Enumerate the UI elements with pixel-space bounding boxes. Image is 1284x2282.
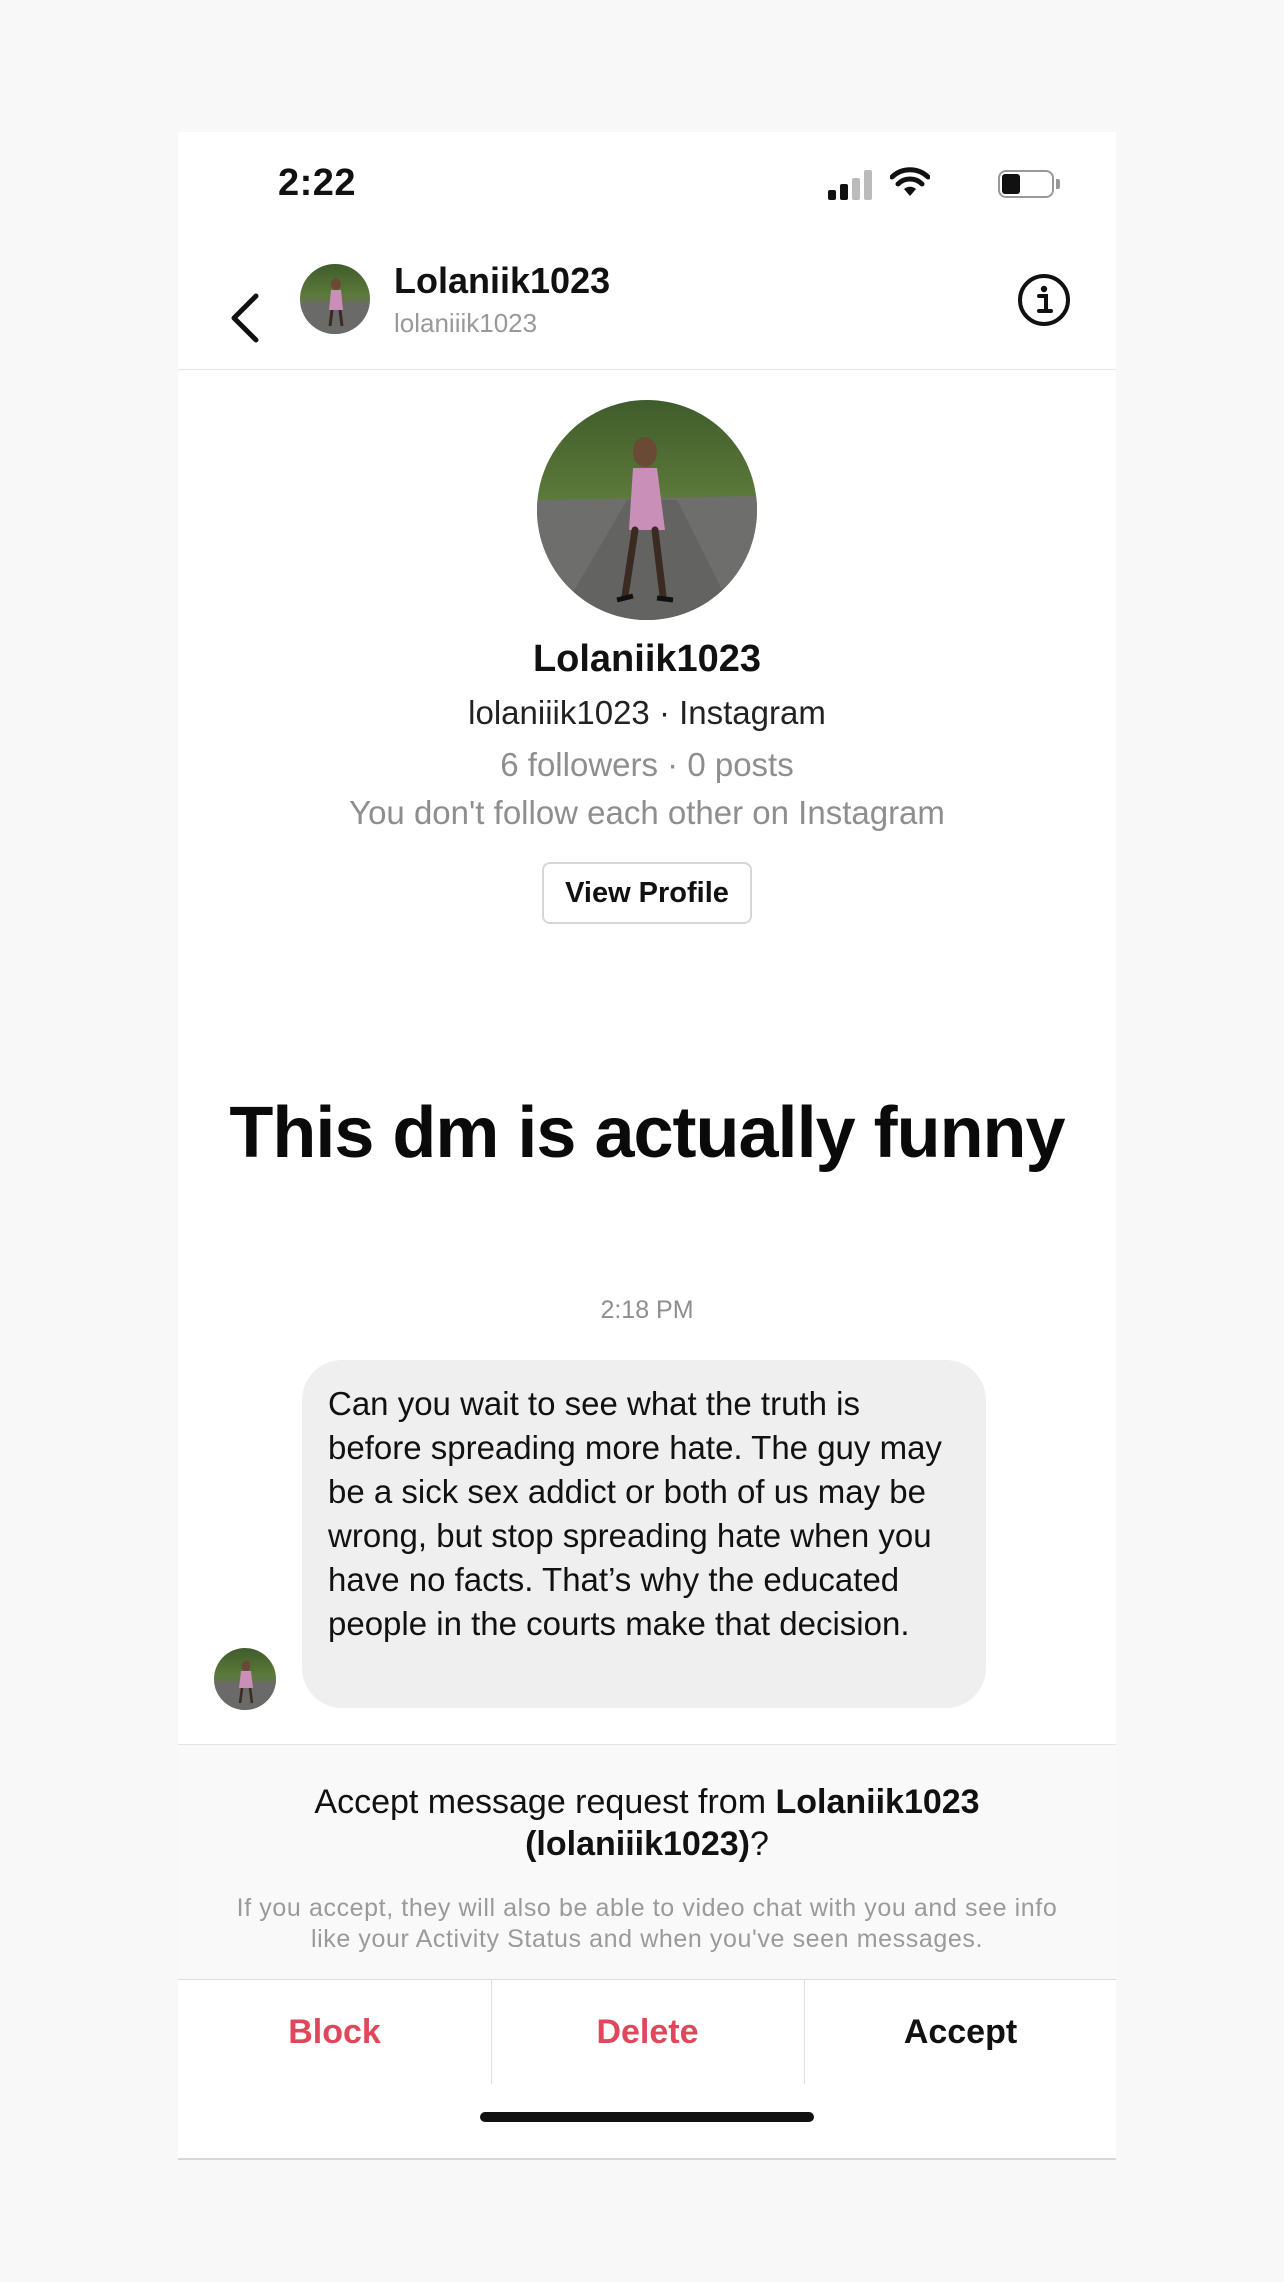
caption-text: This dm is actually funny bbox=[229, 1093, 1065, 1173]
profile-avatar[interactable] bbox=[537, 400, 757, 620]
view-profile-button[interactable]: View Profile bbox=[542, 862, 752, 924]
message-bubble[interactable]: Can you wait to see what the truth is be… bbox=[302, 1360, 986, 1708]
profile-stats: 6 followers · 0 posts bbox=[500, 746, 794, 783]
status-icons bbox=[820, 167, 1060, 200]
request-note: If you accept, they will also be able to… bbox=[236, 1894, 1058, 1953]
accept-button[interactable]: Accept bbox=[804, 1980, 1116, 2084]
chevron-left-icon[interactable] bbox=[222, 288, 268, 348]
header-username: lolaniiik1023 bbox=[394, 308, 538, 338]
profile-name: Lolaniik1023 bbox=[532, 638, 762, 680]
status-time: 2:22 bbox=[278, 162, 357, 204]
message-sender-avatar[interactable] bbox=[214, 1648, 276, 1710]
cellular-signal-icon bbox=[828, 170, 874, 200]
request-name: Lolaniik1023 bbox=[775, 1783, 980, 1821]
block-button[interactable]: Block bbox=[178, 1980, 491, 2084]
battery-icon bbox=[998, 170, 1060, 198]
phone-screen: 2:22 Lolaniik1023 lolaniiik1023 Lolaniik… bbox=[178, 132, 1116, 2160]
delete-button[interactable]: Delete bbox=[491, 1980, 804, 2084]
info-circle-icon[interactable] bbox=[1016, 272, 1072, 328]
message-timestamp: 2:18 PM bbox=[600, 1296, 694, 1324]
profile-handle: lolaniiik1023 · Instagram bbox=[468, 694, 826, 731]
request-prefix: Accept message request from bbox=[314, 1783, 776, 1821]
message-request-panel: Accept message request from Lolaniik1023… bbox=[178, 1744, 1116, 1980]
home-indicator[interactable] bbox=[480, 2112, 814, 2122]
bottom-divider bbox=[178, 2158, 1116, 2160]
request-title: Accept message request from Lolaniik1023… bbox=[238, 1781, 1056, 1865]
request-handle: (lolaniiik1023) bbox=[525, 1825, 750, 1863]
profile-follow-status: You don't follow each other on Instagram bbox=[349, 794, 945, 831]
request-suffix: ? bbox=[749, 1825, 769, 1863]
request-actions: Block Delete Accept bbox=[178, 1980, 1116, 2084]
wifi-icon bbox=[890, 167, 930, 196]
header-title[interactable]: Lolaniik1023 bbox=[394, 260, 610, 302]
header-avatar[interactable] bbox=[300, 264, 370, 334]
